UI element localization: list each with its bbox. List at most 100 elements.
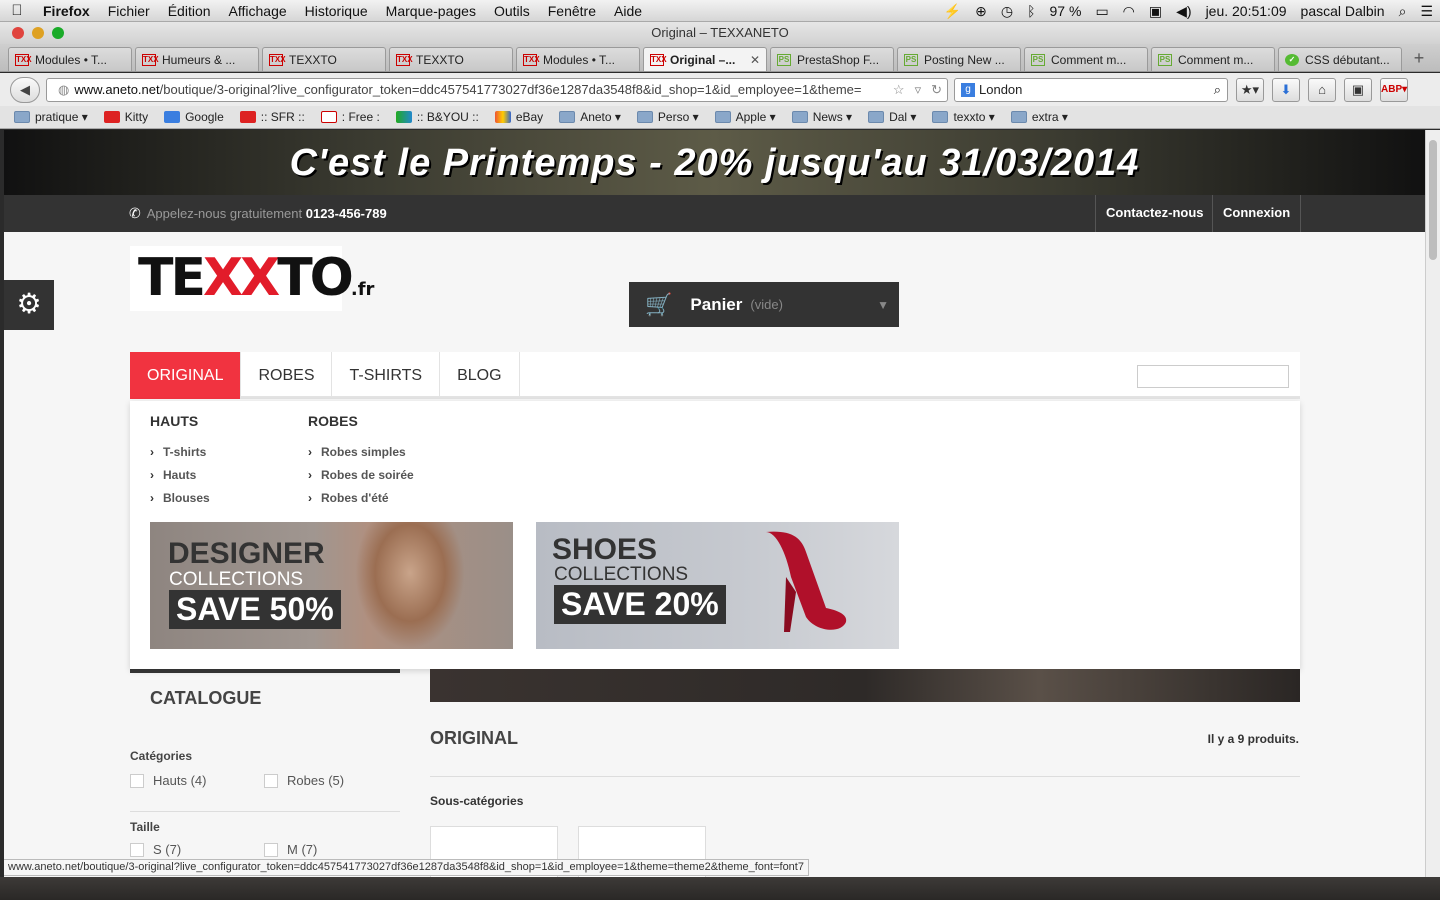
mega-link-robes-simples[interactable]: Robes simples [308, 445, 414, 459]
menu-fichier[interactable]: Fichier [99, 3, 159, 19]
contact-link[interactable]: Contactez-nous [1095, 195, 1214, 232]
filter-option-s[interactable]: S (7) [130, 842, 181, 857]
zoom-window-button[interactable] [52, 27, 64, 39]
login-link[interactable]: Connexion [1212, 195, 1302, 232]
bookmark-apple[interactable]: Apple ▾ [714, 110, 776, 124]
menu-aide[interactable]: Aide [605, 3, 651, 19]
tab-original-active[interactable]: TXX Original –... ✕ [643, 47, 767, 71]
close-tab-icon[interactable]: ✕ [750, 53, 760, 67]
site-search-input[interactable] [1137, 365, 1289, 388]
tab-humeurs[interactable]: TXX Humeurs & ... [135, 47, 259, 71]
filter-option-robes[interactable]: Robes (5) [264, 773, 344, 788]
adblock-icon[interactable]: ABP▾ [1380, 77, 1408, 102]
cart-block[interactable]: 🛒 Panier (vide) ▼ [629, 282, 899, 327]
bookmark-extra[interactable]: extra ▾ [1010, 110, 1068, 124]
gear-icon[interactable]: ⚙ [4, 280, 54, 330]
download-arrow-icon[interactable]: ⬇ [1272, 77, 1300, 102]
menu-affichage[interactable]: Affichage [220, 3, 296, 19]
minimize-window-button[interactable] [32, 27, 44, 39]
new-tab-plus-icon[interactable]: + [1407, 47, 1431, 71]
notification-center-icon[interactable]: ☰ [1413, 3, 1440, 20]
menu-historique[interactable]: Historique [296, 3, 377, 19]
shoes-collections-banner[interactable]: SHOES COLLECTIONS SAVE 20% [536, 522, 899, 649]
bookmark-star-icon[interactable]: ☆ [888, 82, 910, 98]
tab-posting-new[interactable]: PS Posting New ... [897, 47, 1021, 71]
magnifier-icon[interactable]: ⌕ [1214, 82, 1221, 98]
mega-link-blouses[interactable]: Blouses [150, 491, 210, 505]
checkbox[interactable] [130, 773, 144, 788]
bookmark-google[interactable]: Google [164, 110, 224, 124]
checkbox[interactable] [264, 842, 278, 857]
home-icon[interactable]: ⌂ [1308, 77, 1336, 102]
menu-fenetre[interactable]: Fenêtre [539, 3, 605, 19]
mega-link-robes-soiree[interactable]: Robes de soirée [308, 468, 414, 482]
menu-blog[interactable]: BLOG [440, 352, 520, 399]
bookmark-ebay[interactable]: eBay [494, 110, 543, 124]
menubar-clock[interactable]: jeu. 20:51:09 [1199, 3, 1294, 19]
tab-css-debutant[interactable]: ✓ CSS débutant... [1278, 47, 1402, 71]
bookmark-free[interactable]: : Free : [320, 110, 380, 124]
tab-comment-1[interactable]: PS Comment m... [1024, 47, 1148, 71]
mega-col-title[interactable]: ROBES [308, 413, 414, 429]
search-input[interactable]: London [979, 82, 1214, 97]
menu-edition[interactable]: Édition [159, 3, 220, 19]
menu-robes[interactable]: ROBES [241, 352, 333, 399]
mega-link-tshirts[interactable]: T-shirts [150, 445, 210, 459]
scrollbar-thumb[interactable] [1429, 140, 1437, 260]
page-scrollbar[interactable] [1425, 130, 1440, 877]
menu-marque-pages[interactable]: Marque-pages [377, 3, 485, 19]
url-bar[interactable]: ◍ www.aneto.net/boutique/3-original?live… [46, 77, 948, 102]
mega-col-title[interactable]: HAUTS [150, 413, 210, 429]
checkbox[interactable] [264, 773, 278, 788]
google-search-engine-icon[interactable]: g [961, 82, 975, 97]
history-dropdown-icon[interactable]: ▿ [910, 82, 927, 98]
bookmark-byou[interactable]: :: B&YOU :: [395, 110, 479, 124]
screenshot-icon[interactable]: ▣ [1344, 77, 1372, 102]
menu-app-name[interactable]: Firefox [34, 3, 99, 19]
volume-icon[interactable]: ◀) [1169, 3, 1198, 20]
bookmark-sfr[interactable]: :: SFR :: [239, 110, 305, 124]
menubar-user[interactable]: pascal Dalbin [1294, 3, 1392, 19]
wifi-icon[interactable]: ◠ [1116, 3, 1142, 20]
bookmark-news[interactable]: News ▾ [791, 110, 852, 124]
close-window-button[interactable] [12, 27, 24, 39]
search-bar[interactable]: g London ⌕ [954, 77, 1228, 102]
designer-collections-banner[interactable]: DESIGNER COLLECTIONS SAVE 50% [150, 522, 513, 649]
back-arrow-icon[interactable]: ◀ [10, 76, 40, 103]
bookmarks-menu-icon[interactable]: ★▾ [1236, 77, 1264, 102]
mega-link-robes-ete[interactable]: Robes d'été [308, 491, 414, 505]
accessibility-icon[interactable]: ⊕ [968, 3, 994, 20]
ebay-icon [494, 111, 511, 123]
url-text[interactable]: www.aneto.net/boutique/3-original?live_c… [74, 82, 888, 97]
battery-icon[interactable]: ▭ [1088, 3, 1115, 20]
time-machine-icon[interactable]: ◷ [994, 3, 1020, 20]
bluetooth-icon[interactable]: ᛒ [1020, 3, 1042, 19]
lightning-icon[interactable]: ⚡ [937, 3, 968, 20]
bookmark-pratique[interactable]: pratique ▾ [14, 110, 88, 124]
tab-texxto-2[interactable]: TXX TEXXTO [389, 47, 513, 71]
site-logo[interactable]: TEXXTO.fr [130, 246, 374, 311]
apple-menu-icon[interactable]:  [0, 2, 34, 19]
bookmark-aneto[interactable]: Aneto ▾ [559, 110, 621, 124]
filter-option-hauts[interactable]: Hauts (4) [130, 773, 206, 788]
reload-icon[interactable]: ↻ [926, 82, 947, 98]
bookmark-kitty[interactable]: Kitty [103, 110, 148, 124]
mega-link-hauts[interactable]: Hauts [150, 468, 210, 482]
bookmark-perso[interactable]: Perso ▾ [636, 110, 699, 124]
promo-banner[interactable]: C'est le Printemps - 20% jusqu'au 31/03/… [4, 130, 1425, 195]
menu-tshirts[interactable]: T-SHIRTS [332, 352, 441, 399]
bookmark-texxto[interactable]: texxto ▾ [932, 110, 995, 124]
tab-prestashop[interactable]: PS PrestaShop F... [770, 47, 894, 71]
tab-comment-2[interactable]: PS Comment m... [1151, 47, 1275, 71]
spotlight-search-icon[interactable]: ⌕ [1392, 3, 1414, 20]
checkbox[interactable] [130, 842, 144, 857]
filter-option-m[interactable]: M (7) [264, 842, 317, 857]
menu-original[interactable]: ORIGINAL [130, 352, 242, 399]
keyboard-icon[interactable]: ▣ [1142, 3, 1169, 20]
menu-outils[interactable]: Outils [485, 3, 539, 19]
tab-texxto-1[interactable]: TXX TEXXTO [262, 47, 386, 71]
battery-percent[interactable]: 97 % [1043, 3, 1089, 19]
tab-modules-1[interactable]: TXX Modules • T... [8, 47, 132, 71]
tab-modules-2[interactable]: TXX Modules • T... [516, 47, 640, 71]
bookmark-dal[interactable]: Dal ▾ [868, 110, 916, 124]
